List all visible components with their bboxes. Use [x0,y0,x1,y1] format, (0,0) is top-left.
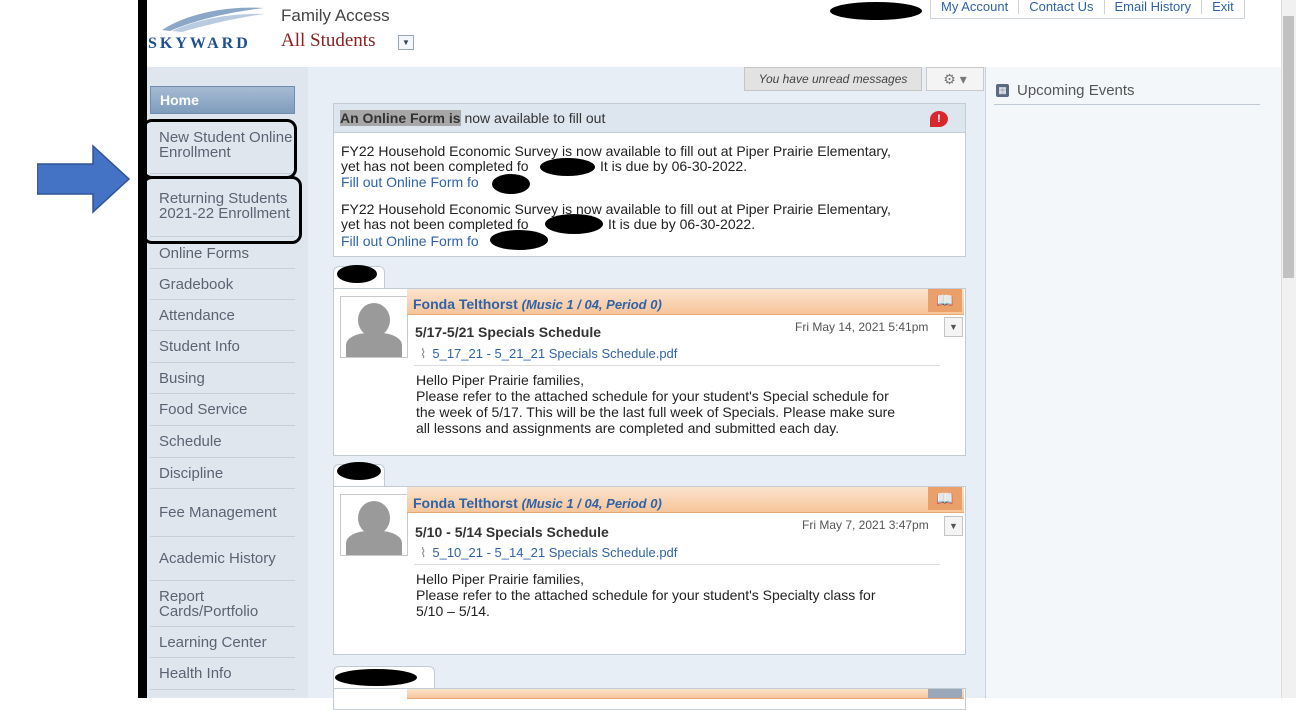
form-entry-text: yet has not been completed fo [341,216,529,232]
sidebar-item-food-service[interactable]: Food Service [150,394,295,426]
sidebar-item-attendance[interactable]: Attendance [150,300,295,331]
fill-out-form-link[interactable]: Fill out Online Form fo [341,174,479,190]
calendar-icon: ▦ [996,84,1009,97]
skyward-logo[interactable]: SKYWARD [148,35,251,53]
student-selector-dropdown-icon[interactable]: ▼ [398,35,414,50]
book-icon [928,689,962,698]
teacher-name[interactable]: Fonda Telthorst (Music 1 / 04, Period 0) [413,296,662,312]
attachment-link[interactable]: ⌇ 5_10_21 - 5_14_21 Specials Schedule.pdf [420,545,677,561]
sidebar-item-fee-management[interactable]: Fee Management [150,489,295,537]
form-entry-text: FY22 Household Economic Survey is now av… [341,143,891,159]
attachment-link[interactable]: ⌇ 5_17_21 - 5_21_21 Specials Schedule.pdf [420,346,677,362]
sidebar-item-schedule[interactable]: Schedule [150,426,295,458]
form-entry-text: yet has not been completed fo [341,158,529,174]
upcoming-events-header: ▦ Upcoming Events [996,82,1135,99]
alert-icon: ! [930,111,948,127]
sidebar-item-health-info[interactable]: Health Info [150,658,295,690]
redaction-mark [545,214,603,234]
app-title: Family Access [281,6,390,25]
upcoming-events-title: Upcoming Events [1017,82,1135,99]
divider [994,104,1260,105]
fill-out-form-link[interactable]: Fill out Online Form fo [341,233,479,249]
post-body: Hello Piper Prairie families, Please ref… [416,372,896,436]
my-account-link[interactable]: My Account [931,0,1020,14]
online-form-title: An Online Form is now available to fill … [340,110,606,126]
student-selector[interactable]: All Students [281,30,375,52]
gear-icon[interactable]: ⚙ ▾ [926,67,984,91]
redaction-mark [335,669,417,686]
chevron-down-icon[interactable]: ▼ [944,516,963,536]
form-entry-due: It is due by 06-30-2022. [608,216,756,232]
sidebar-item-learning-center[interactable]: Learning Center [150,627,295,658]
post-date: Fri May 14, 2021 5:41pm [795,320,929,334]
divider [414,365,940,366]
exit-link[interactable]: Exit [1202,0,1244,14]
left-black-bar [138,0,147,698]
redaction-mark [830,2,922,20]
sidebar-item-busing[interactable]: Busing [150,363,295,394]
redaction-mark [492,174,530,194]
post-body: Hello Piper Prairie families, Please ref… [416,571,876,619]
sidebar-item-discipline[interactable]: Discipline [150,458,295,489]
redaction-mark [337,462,381,480]
chevron-down-icon[interactable]: ▼ [944,317,963,337]
right-panel [985,67,1282,698]
teacher-name[interactable]: Fonda Telthorst (Music 1 / 04, Period 0) [413,495,662,511]
post-date: Fri May 7, 2021 3:47pm [802,518,929,532]
form-entry-text: FY22 Household Economic Survey is now av… [341,201,891,217]
sidebar-item-report-cards[interactable]: Report Cards/Portfolio [150,581,295,627]
annotation-circle [142,119,297,179]
book-icon: 📖 [928,487,962,510]
sidebar-item-home[interactable]: Home [150,86,295,114]
paperclip-icon: ⌇ [420,545,427,560]
sidebar-item-academic-history[interactable]: Academic History [150,537,295,581]
annotation-arrow-icon [37,144,131,214]
avatar [340,296,408,358]
post-title: 5/10 - 5/14 Specials Schedule [415,524,609,540]
paperclip-icon: ⌇ [420,346,427,361]
redaction-mark [337,265,377,283]
form-entry-due: It is due by 06-30-2022. [600,158,748,174]
redaction-mark [490,230,548,250]
divider [414,564,940,565]
redaction-mark [540,158,595,176]
skyward-logo-swoosh [162,7,264,32]
contact-us-link[interactable]: Contact Us [1019,0,1105,14]
annotation-circle [142,176,302,244]
post-title: 5/17-5/21 Specials Schedule [415,324,601,340]
book-icon: 📖 [928,289,962,312]
sidebar-item-student-info[interactable]: Student Info [150,331,295,363]
scrollbar-thumb[interactable] [1283,16,1294,278]
email-history-link[interactable]: Email History [1105,0,1203,14]
top-links: My Account Contact Us Email History Exit [930,0,1245,19]
avatar [340,494,408,556]
sidebar-item-gradebook[interactable]: Gradebook [150,269,295,300]
unread-messages-notice[interactable]: You have unread messages [744,67,922,91]
